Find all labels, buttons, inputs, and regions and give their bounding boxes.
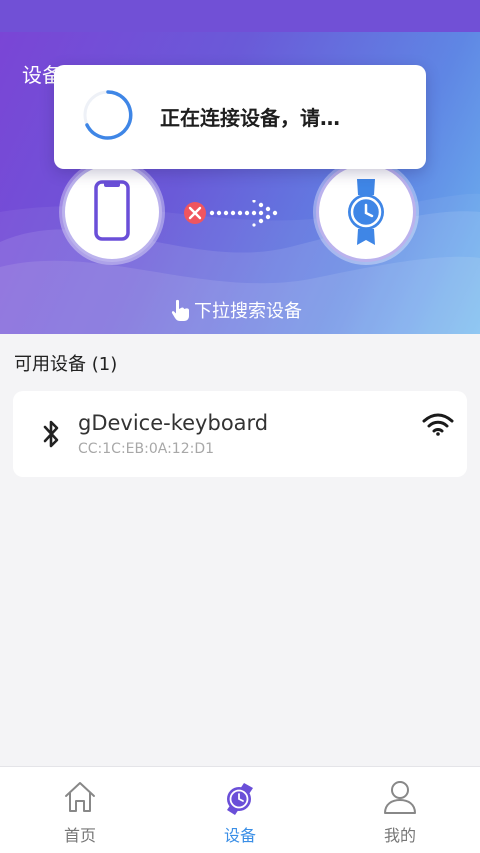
tab-devices-label: 设备 bbox=[223, 826, 256, 845]
toast-message: 正在连接设备，请… bbox=[160, 106, 340, 130]
available-devices-heading: 可用设备 (1) bbox=[14, 354, 118, 375]
wifi-signal-icon bbox=[422, 413, 454, 436]
watch-icon bbox=[227, 783, 253, 815]
connecting-toast: 正在连接设备，请… bbox=[54, 65, 426, 169]
device-mac-address: CC:1C:EB:0A:12:D1 bbox=[78, 441, 215, 457]
status-bar bbox=[0, 0, 480, 32]
tab-me[interactable]: 我的 bbox=[340, 767, 460, 853]
pull-to-search-hint[interactable]: 下拉搜索设备 bbox=[170, 296, 302, 324]
device-name: gDevice-keyboard bbox=[78, 411, 269, 435]
hand-pointer-icon bbox=[171, 299, 189, 321]
phone-circle bbox=[62, 162, 162, 262]
tab-devices[interactable]: 设备 bbox=[180, 767, 300, 853]
watch-circle bbox=[316, 162, 416, 262]
watch-icon bbox=[348, 179, 384, 245]
connection-indicator bbox=[184, 200, 278, 227]
device-list-item[interactable]: gDevice-keyboard CC:1C:EB:0A:12:D1 bbox=[13, 391, 467, 477]
phone-icon bbox=[94, 180, 130, 241]
tab-me-label: 我的 bbox=[383, 826, 416, 845]
home-icon bbox=[65, 782, 95, 812]
tab-home[interactable]: 首页 bbox=[20, 767, 140, 853]
pull-hint-label: 下拉搜索设备 bbox=[194, 301, 302, 322]
loading-spinner-icon bbox=[83, 90, 133, 140]
user-icon bbox=[384, 781, 416, 814]
bottom-tab-bar: 首页 设备 我的 bbox=[0, 766, 480, 853]
bluetooth-icon bbox=[43, 420, 59, 448]
tab-home-label: 首页 bbox=[63, 826, 96, 845]
